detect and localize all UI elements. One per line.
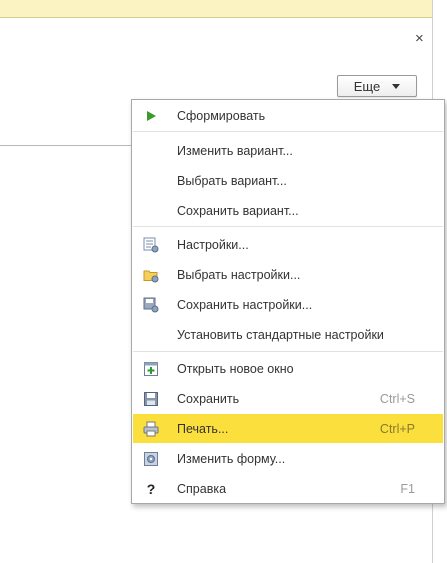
menu-item-label: Сохранить настройки...: [177, 297, 313, 312]
folder-settings-icon: [143, 267, 159, 283]
menu-item-select-settings[interactable]: Выбрать настройки...: [133, 260, 443, 289]
more-button-label: Еще: [353, 78, 381, 94]
menu-item-label: Выбрать вариант...: [177, 173, 287, 188]
menu-item-help[interactable]: ? Справка F1: [133, 474, 443, 503]
menu-item-label: Открыть новое окно: [177, 361, 294, 376]
menu-item-label: Настройки...: [177, 237, 249, 252]
more-menu: Сформировать Изменить вариант... Выбрать…: [131, 99, 445, 504]
form-edit-icon: [143, 451, 159, 467]
save-settings-icon: [143, 297, 159, 313]
menu-separator: [133, 131, 443, 132]
close-icon[interactable]: ×: [415, 29, 424, 49]
more-button[interactable]: Еще: [337, 75, 417, 97]
menu-separator: [133, 351, 443, 352]
menu-item-shortcut: F1: [400, 481, 415, 496]
menu-item-generate[interactable]: Сформировать: [133, 101, 443, 130]
menu-item-change-variant[interactable]: Изменить вариант...: [133, 136, 443, 165]
menu-item-new-window[interactable]: Открыть новое окно: [133, 354, 443, 383]
menu-item-label: Сформировать: [177, 108, 266, 123]
form-divider: [0, 145, 133, 146]
menu-item-label: Изменить форму...: [177, 451, 286, 466]
menu-separator: [133, 226, 443, 227]
settings-icon: [143, 237, 159, 253]
menu-item-save-variant[interactable]: Сохранить вариант...: [133, 196, 443, 225]
menu-item-settings[interactable]: Настройки...: [133, 230, 443, 259]
menu-item-print[interactable]: Печать... Ctrl+P: [133, 414, 443, 443]
chevron-down-icon: [392, 83, 401, 89]
floppy-icon: [143, 391, 159, 407]
menu-item-label: Установить стандартные настройки: [177, 327, 384, 342]
new-window-icon: [143, 361, 159, 377]
menu-item-label: Сохранить: [177, 391, 240, 406]
menu-item-change-form[interactable]: Изменить форму...: [133, 444, 443, 473]
menu-item-label: Изменить вариант...: [177, 143, 293, 158]
menu-item-label: Справка: [177, 481, 227, 496]
menu-item-select-variant[interactable]: Выбрать вариант...: [133, 166, 443, 195]
menu-item-save[interactable]: Сохранить Ctrl+S: [133, 384, 443, 413]
menu-item-shortcut: Ctrl+S: [379, 391, 415, 406]
play-icon: [143, 108, 159, 124]
menu-item-shortcut: Ctrl+P: [379, 421, 415, 436]
menu-item-label: Сохранить вариант...: [177, 203, 299, 218]
top-info-bar: [0, 0, 447, 18]
menu-item-standard-settings[interactable]: Установить стандартные настройки: [133, 320, 443, 349]
help-icon: ?: [146, 480, 156, 497]
menu-item-label: Выбрать настройки...: [177, 267, 301, 282]
printer-icon: [143, 421, 159, 437]
menu-item-save-settings[interactable]: Сохранить настройки...: [133, 290, 443, 319]
menu-item-label: Печать...: [177, 421, 229, 436]
